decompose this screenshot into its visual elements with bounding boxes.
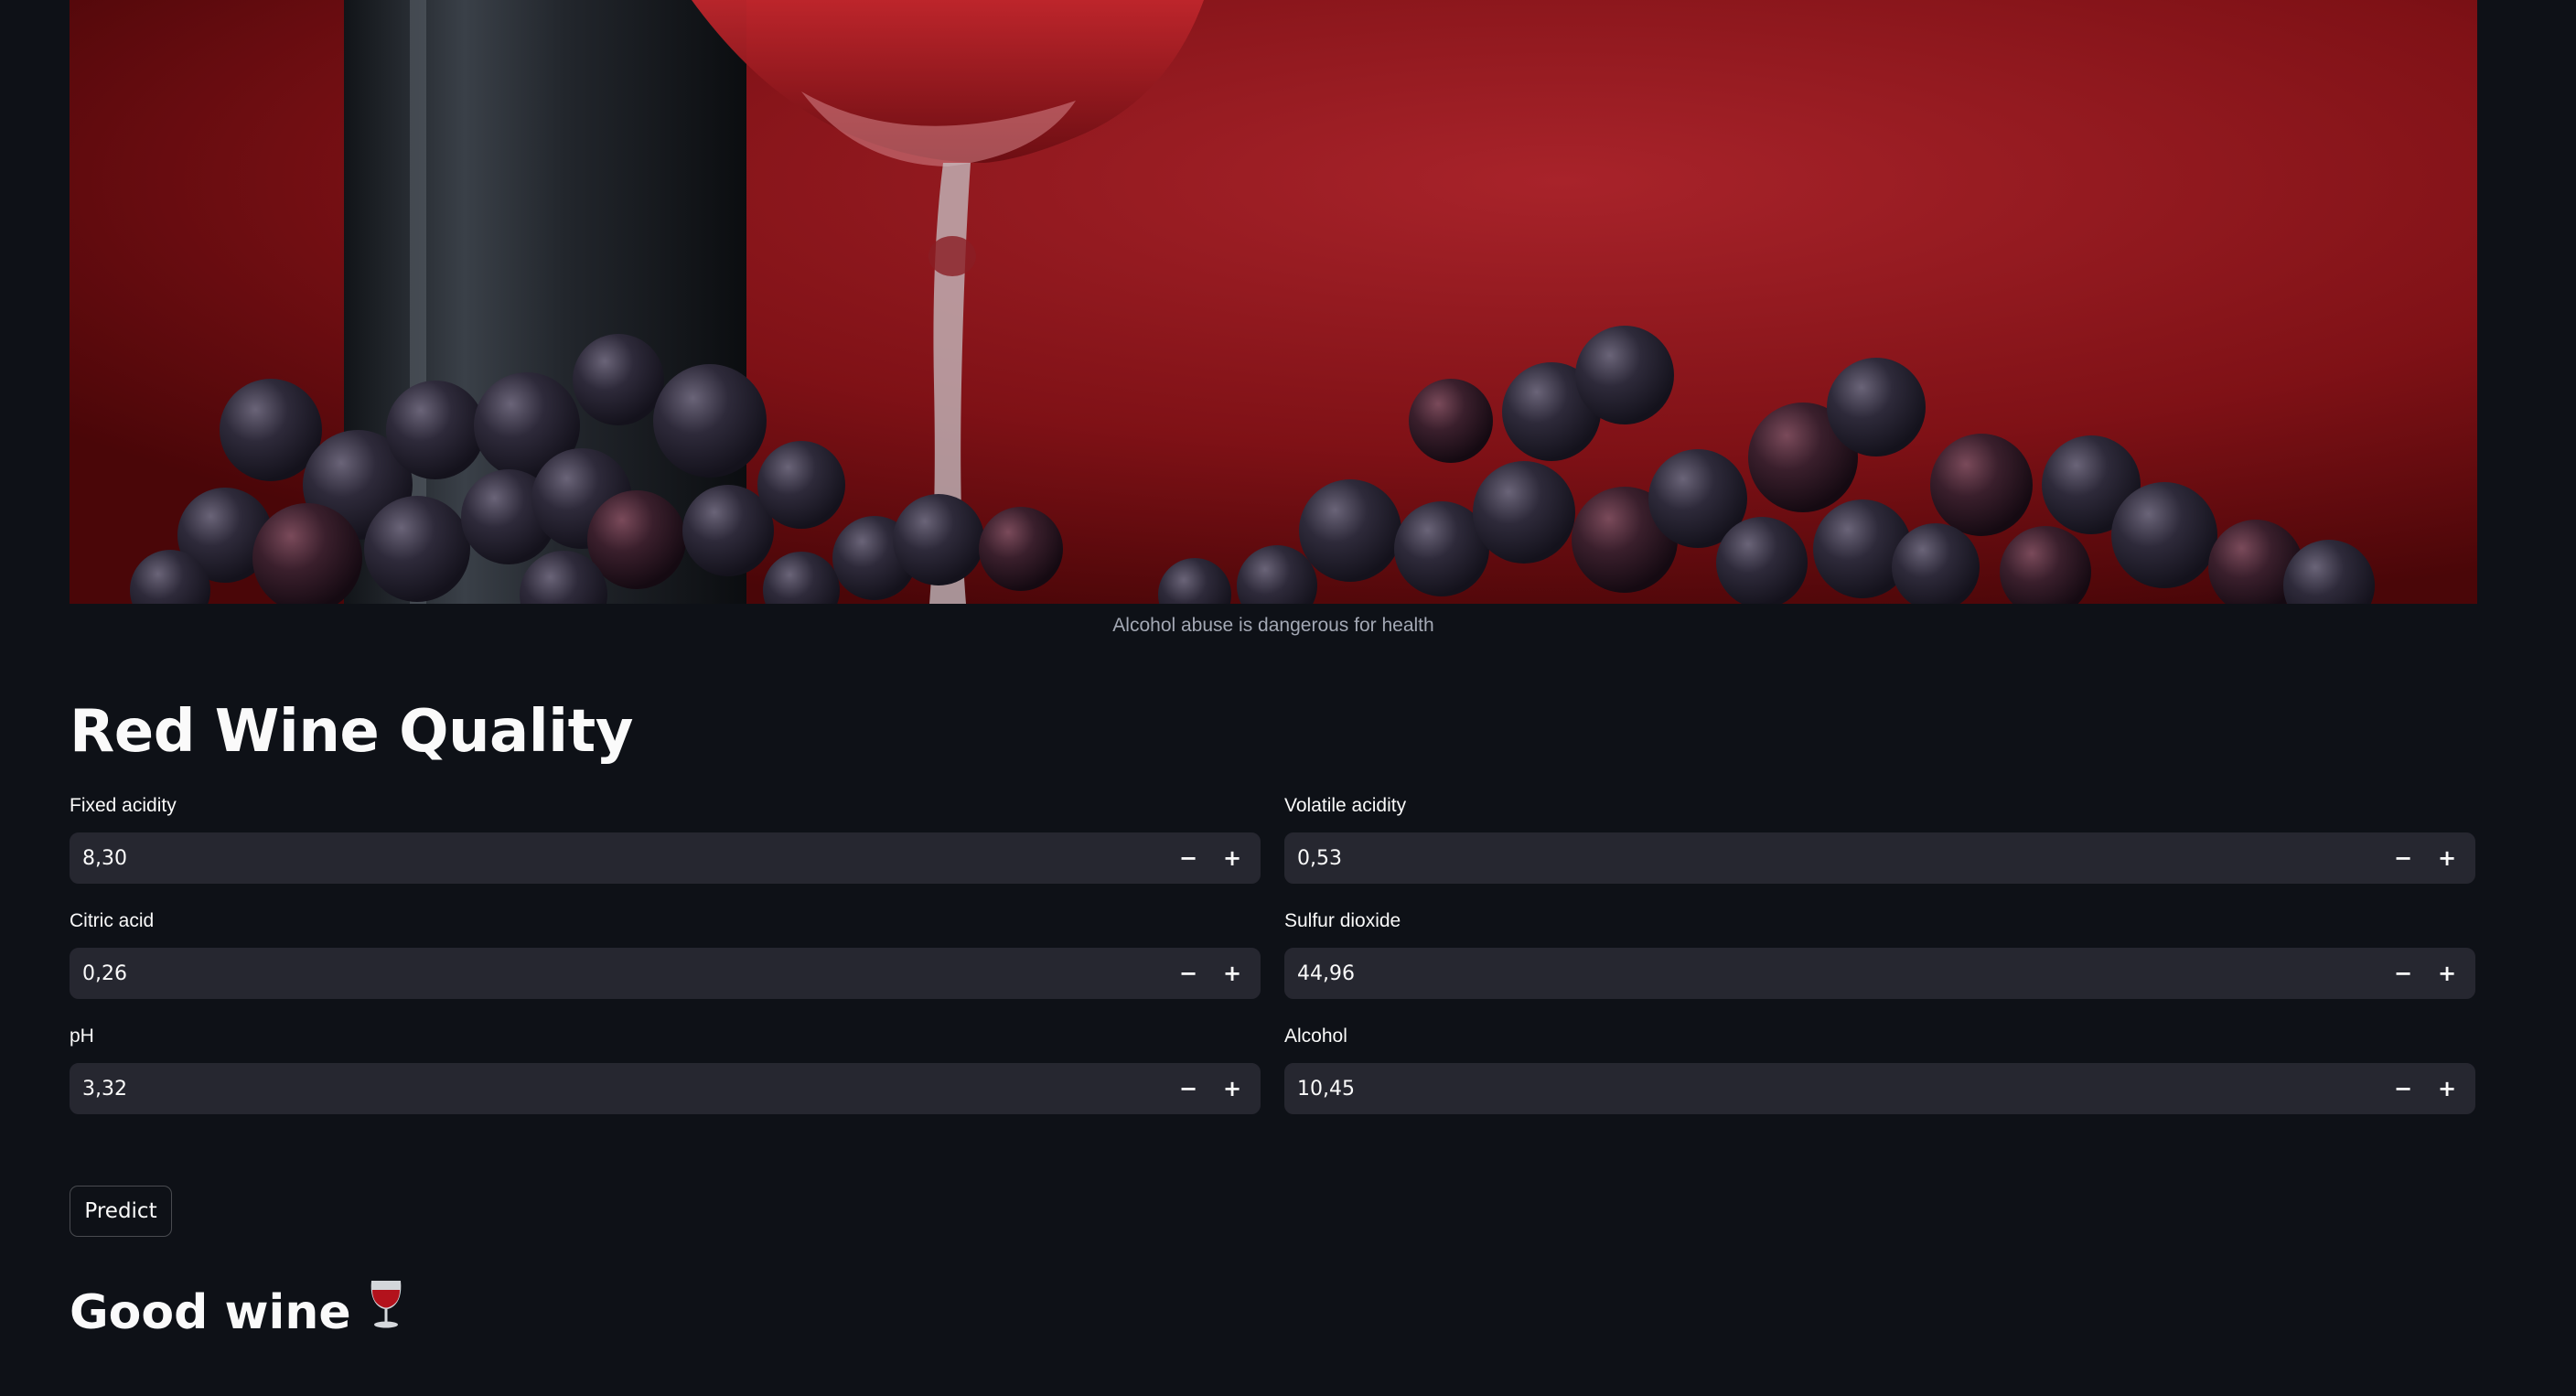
fixed-acidity-field: Fixed acidity − + — [70, 792, 1261, 884]
page-title: Red Wine Quality — [70, 698, 633, 766]
citric-acid-decrement-button[interactable]: − — [1166, 949, 1210, 998]
volatile-acidity-field: Volatile acidity − + — [1284, 792, 2475, 884]
volatile-acidity-increment-button[interactable]: + — [2425, 833, 2469, 883]
ph-field: pH − + — [70, 1023, 1261, 1114]
predict-button[interactable]: Predict — [70, 1186, 172, 1237]
sulfur-dioxide-increment-button[interactable]: + — [2425, 949, 2469, 998]
alcohol-label: Alcohol — [1284, 1026, 1347, 1047]
alcohol-decrement-button[interactable]: − — [2381, 1064, 2425, 1113]
hero-wine-image — [70, 0, 2477, 604]
citric-acid-field: Citric acid − + — [70, 907, 1261, 999]
alcohol-increment-button[interactable]: + — [2425, 1064, 2469, 1113]
ph-input[interactable] — [70, 1064, 1150, 1113]
sulfur-dioxide-decrement-button[interactable]: − — [2381, 949, 2425, 998]
sulfur-dioxide-label: Sulfur dioxide — [1284, 910, 1401, 931]
volatile-acidity-decrement-button[interactable]: − — [2381, 833, 2425, 883]
alcohol-stepper: − + — [1284, 1063, 2475, 1114]
citric-acid-stepper: − + — [70, 948, 1261, 999]
alcohol-field: Alcohol − + — [1284, 1023, 2475, 1114]
ph-stepper: − + — [70, 1063, 1261, 1114]
ph-increment-button[interactable]: + — [1210, 1064, 1254, 1113]
prediction-result-text: Good wine — [70, 1285, 351, 1340]
sulfur-dioxide-field: Sulfur dioxide − + — [1284, 907, 2475, 999]
fixed-acidity-increment-button[interactable]: + — [1210, 833, 1254, 883]
fixed-acidity-decrement-button[interactable]: − — [1166, 833, 1210, 883]
app-page: Alcohol abuse is dangerous for health Re… — [0, 0, 2576, 1396]
ph-label: pH — [70, 1026, 94, 1047]
ph-decrement-button[interactable]: − — [1166, 1064, 1210, 1113]
alcohol-input[interactable] — [1285, 1064, 2365, 1113]
citric-acid-increment-button[interactable]: + — [1210, 949, 1254, 998]
wine-glass-icon — [366, 1279, 406, 1347]
sulfur-dioxide-input[interactable] — [1285, 949, 2365, 998]
citric-acid-input[interactable] — [70, 949, 1150, 998]
fixed-acidity-stepper: − + — [70, 832, 1261, 884]
volatile-acidity-input[interactable] — [1285, 833, 2365, 883]
fixed-acidity-label: Fixed acidity — [70, 795, 177, 816]
fixed-acidity-input[interactable] — [70, 833, 1150, 883]
prediction-result: Good wine — [70, 1279, 406, 1347]
hero-caption: Alcohol abuse is dangerous for health — [1112, 615, 1434, 636]
volatile-acidity-label: Volatile acidity — [1284, 795, 1407, 816]
volatile-acidity-stepper: − + — [1284, 832, 2475, 884]
citric-acid-label: Citric acid — [70, 910, 155, 931]
sulfur-dioxide-stepper: − + — [1284, 948, 2475, 999]
